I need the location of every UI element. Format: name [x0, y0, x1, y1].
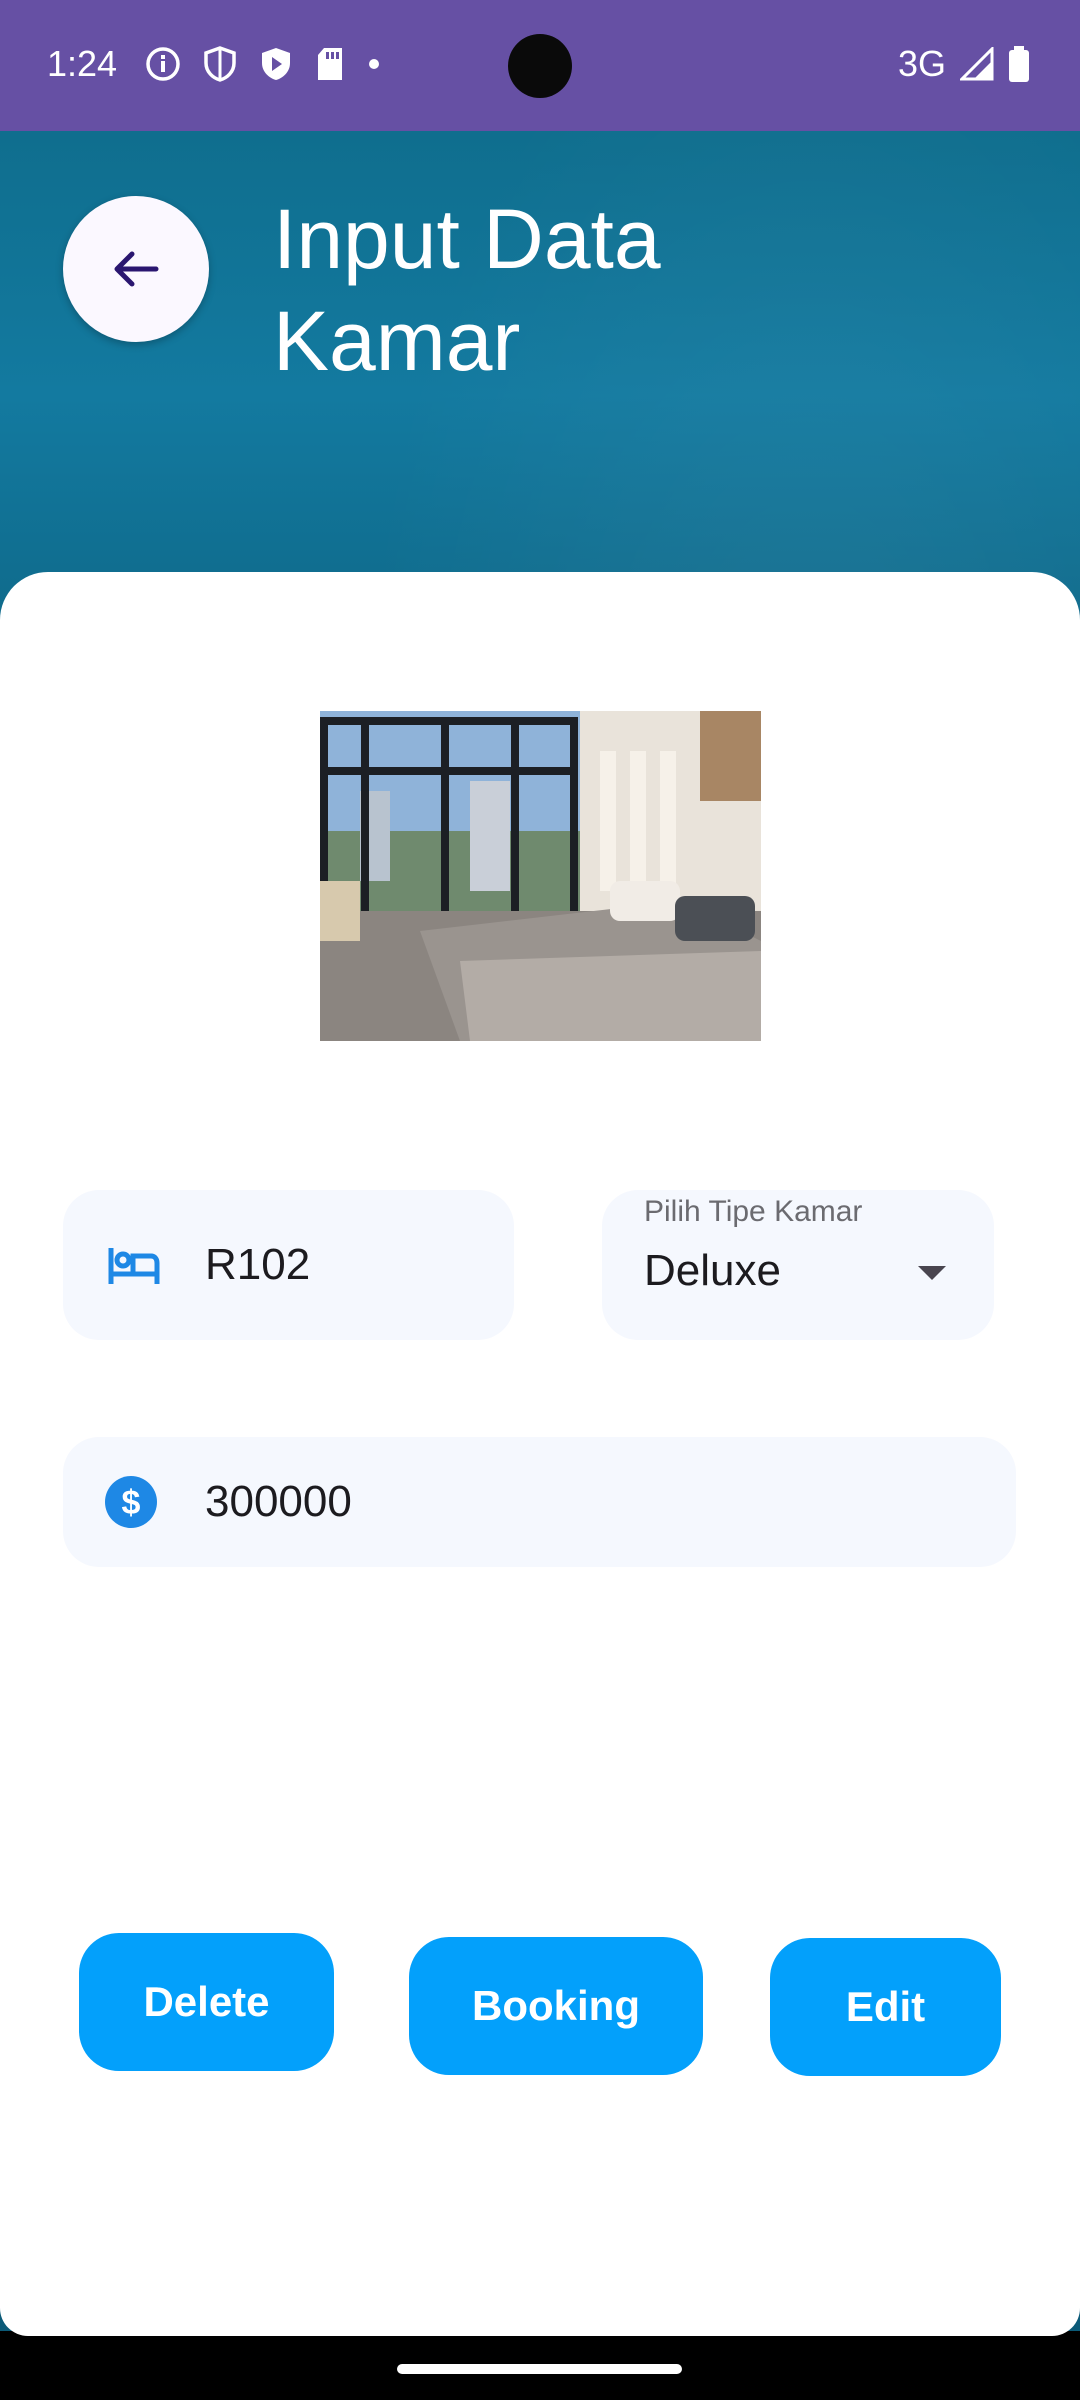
price-value: 300000 — [205, 1477, 352, 1526]
booking-button[interactable]: Booking — [409, 1937, 703, 2075]
room-type-label: Pilih Tipe Kamar — [644, 1195, 863, 1228]
room-type-dropdown[interactable]: Pilih Tipe Kamar Deluxe — [602, 1190, 994, 1340]
signal-icon — [960, 47, 994, 81]
status-icons — [145, 46, 381, 82]
camera-cutout — [508, 34, 572, 98]
shield-icon — [204, 46, 236, 82]
info-icon — [146, 47, 180, 81]
home-gesture-handle[interactable] — [397, 2364, 682, 2374]
room-photo-illustration — [320, 711, 761, 1041]
svg-text:$: $ — [122, 1484, 141, 1522]
play-protect-icon — [262, 48, 290, 80]
status-bar: 1:24 3G — [0, 0, 1080, 131]
room-number-value: R102 — [205, 1240, 311, 1289]
edit-button[interactable]: Edit — [770, 1938, 1001, 2076]
status-right: 3G — [898, 44, 1030, 84]
room-number-field[interactable]: R102 — [63, 1190, 514, 1340]
network-type: 3G — [897, 43, 946, 84]
status-time: 1:24 — [47, 43, 118, 84]
back-button[interactable] — [63, 196, 209, 342]
delete-button[interactable]: Delete — [79, 1933, 334, 2071]
room-photo[interactable] — [320, 711, 761, 1041]
dollar-circle-icon: $ — [105, 1476, 157, 1528]
battery-icon — [1009, 46, 1029, 82]
bed-icon — [108, 1248, 160, 1284]
dropdown-arrow-icon — [918, 1266, 946, 1280]
room-type-selected: Deluxe — [644, 1246, 781, 1295]
sd-card-icon — [318, 48, 342, 80]
arrow-left-icon — [114, 251, 159, 287]
page-title: Input Data Kamar — [273, 192, 661, 388]
dot-icon — [369, 59, 379, 69]
price-field[interactable]: $ 300000 — [63, 1437, 1016, 1567]
